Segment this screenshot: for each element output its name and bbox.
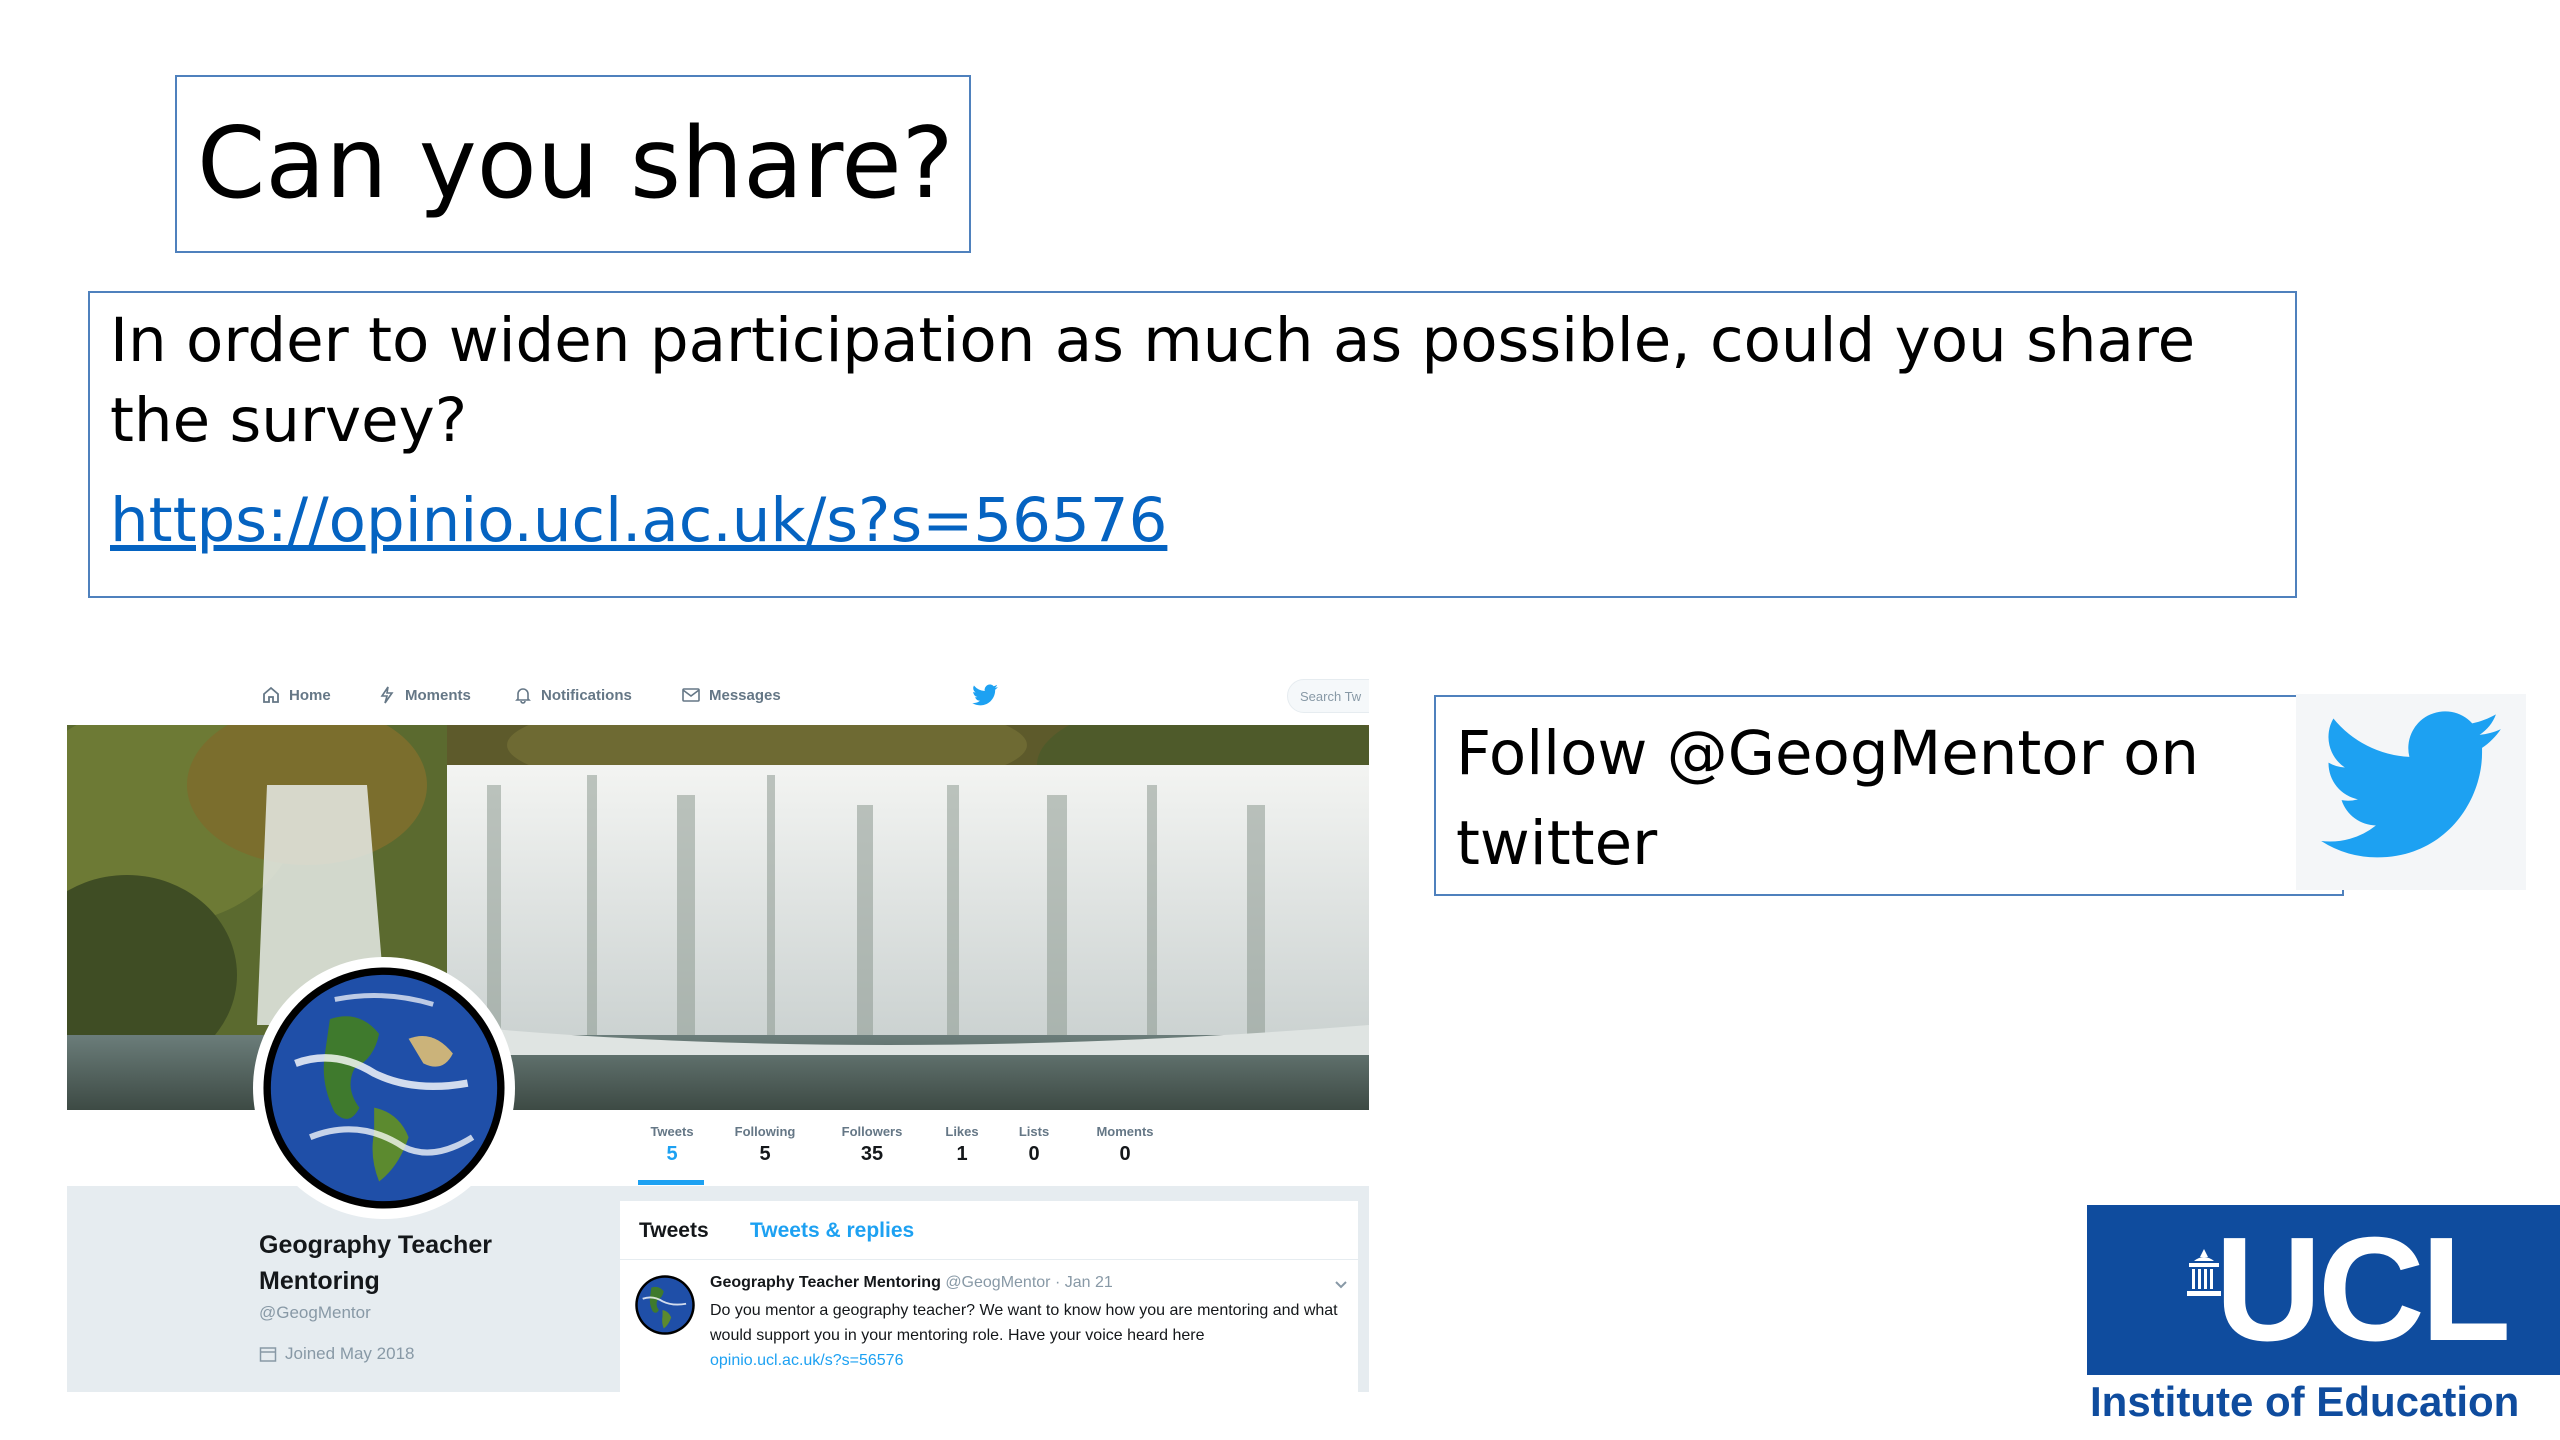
nav-moments[interactable]: Moments [377,685,471,705]
tweet-header: Geography Teacher Mentoring @GeogMentor … [710,1274,1113,1292]
slide-body-box: In order to widen participation as much … [88,291,2297,598]
nav-home[interactable]: Home [261,685,331,705]
tweet-timeline: Tweets Tweets & replies Geography Teache… [620,1201,1358,1392]
twitter-search-input[interactable]: Search Tw [1287,679,1369,713]
stat-value: 0 [1119,1143,1131,1165]
stat-value: 5 [759,1143,771,1165]
stat-label: Following [734,1124,796,1139]
nav-notifications[interactable]: Notifications [513,685,632,705]
slide-title-box: Can you share? [175,75,971,253]
stat-likes[interactable]: Likes 1 [927,1124,997,1166]
nav-home-label: Home [289,686,331,704]
bell-icon [515,688,531,704]
stat-lists[interactable]: Lists 0 [999,1124,1069,1166]
survey-link[interactable]: https://opinio.ucl.ac.uk/s?s=56576 [110,481,1167,561]
chevron-down-icon[interactable] [1332,1275,1350,1293]
profile-name: Geography Teacher Mentoring [259,1231,492,1295]
twitter-bird-icon [2321,711,2501,858]
stat-label: Tweets [650,1124,694,1139]
twitter-bird-icon[interactable] [971,683,999,709]
tweet-body: Do you mentor a geography teacher? We wa… [710,1298,1340,1373]
lightning-icon [380,686,394,704]
ucl-logo: UCL [2087,1205,2560,1375]
tweet-meta: @GeogMentor · Jan 21 [945,1274,1113,1291]
stat-following[interactable]: Following 5 [715,1124,815,1166]
stat-moments[interactable]: Moments 0 [1075,1124,1175,1166]
active-tab-underline [638,1180,704,1185]
stat-label: Followers [841,1124,903,1139]
follow-text: Follow @GeogMentor on twitter [1456,718,2200,879]
envelope-icon [682,688,700,702]
stat-label: Lists [1018,1124,1050,1139]
stat-followers[interactable]: Followers 35 [822,1124,922,1166]
tab-tweets[interactable]: Tweets [639,1219,709,1243]
ucl-subtitle: Institute of Education [2090,1378,2520,1425]
slide-body-text: In order to widen participation as much … [110,305,2196,456]
slide-title: Can you share? [197,107,954,221]
stat-value: 35 [860,1143,884,1165]
follow-callout-box: Follow @GeogMentor on twitter [1434,695,2344,896]
tweet-link[interactable]: opinio.ucl.ac.uk/s?s=56576 [710,1348,1340,1373]
profile-joined-label: Joined May 2018 [285,1344,415,1363]
stat-value: 1 [956,1143,968,1165]
tweet-text: Do you mentor a geography teacher? We wa… [710,1302,1338,1344]
ucl-logo-text: UCL [2215,1207,2511,1372]
stat-label: Likes [945,1124,979,1139]
twitter-profile-screenshot: Home Moments Notifications Messages Sear… [67,667,1369,1392]
timeline-tabs: Tweets Tweets & replies [620,1201,1358,1260]
stat-tweets[interactable]: Tweets 5 [627,1124,717,1166]
profile-avatar[interactable] [253,957,515,1219]
stat-value: 5 [666,1143,678,1165]
calendar-icon [259,1347,277,1362]
nav-notifications-label: Notifications [541,686,632,704]
profile-joined: Joined May 2018 [259,1344,414,1364]
twitter-nav-bar: Home Moments Notifications Messages Sear… [67,667,1369,725]
tweet-author[interactable]: Geography Teacher Mentoring [710,1274,941,1291]
tab-tweets-replies[interactable]: Tweets & replies [750,1219,914,1243]
nav-messages[interactable]: Messages [681,685,781,705]
home-icon [263,686,279,703]
stat-label: Moments [1096,1124,1154,1139]
twitter-logo [2296,694,2526,890]
stat-value: 0 [1028,1143,1040,1165]
profile-handle[interactable]: @GeogMentor [259,1303,371,1323]
earth-globe-image [263,967,505,1209]
nav-moments-label: Moments [405,686,471,704]
tweet-avatar[interactable] [634,1274,696,1336]
nav-messages-label: Messages [709,686,781,704]
